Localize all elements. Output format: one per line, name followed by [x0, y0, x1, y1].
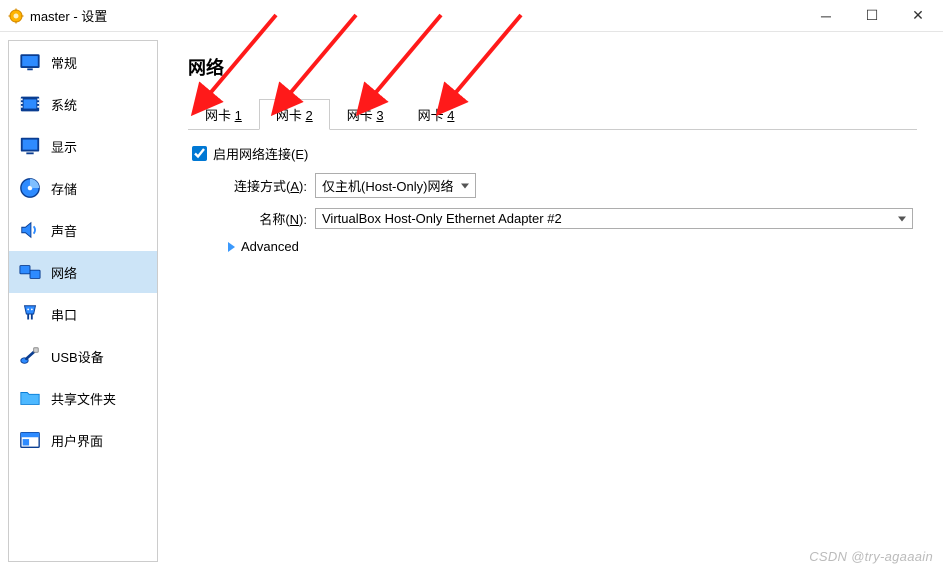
tab-adapter-4[interactable]: 网卡 4: [401, 99, 472, 130]
adapter-tabs: 网卡 1 网卡 2 网卡 3 网卡 4: [188, 98, 917, 130]
sidebar-item-label: 共享文件夹: [51, 389, 116, 408]
window-icon: [19, 429, 41, 451]
sidebar-item-label: 串口: [51, 305, 77, 324]
sidebar-item-label: 常规: [51, 53, 77, 72]
plug-icon: [19, 303, 41, 325]
sidebar-item-label: 系统: [51, 95, 77, 114]
attached-to-label: 连接方式(A):: [192, 176, 307, 195]
tab-adapter-3[interactable]: 网卡 3: [330, 99, 401, 130]
sidebar-item-user-interface[interactable]: 用户界面: [9, 419, 157, 461]
sidebar-item-label: 用户界面: [51, 431, 103, 450]
titlebar: master - 设置 ─ ☐ ✕: [0, 0, 943, 32]
adapter-name-select[interactable]: VirtualBox Host-Only Ethernet Adapter #2: [315, 208, 913, 229]
advanced-label: Advanced: [241, 239, 299, 254]
window-title: master - 设置: [30, 6, 107, 25]
disk-icon: [19, 177, 41, 199]
attached-to-select[interactable]: 仅主机(Host-Only)网络: [315, 173, 476, 198]
sidebar-item-label: USB设备: [51, 347, 104, 366]
speaker-icon: [19, 219, 41, 241]
close-button[interactable]: ✕: [895, 1, 941, 31]
sidebar-item-display[interactable]: 显示: [9, 125, 157, 167]
adapter-name-label: 名称(N):: [192, 209, 307, 228]
window-controls: ─ ☐ ✕: [803, 1, 941, 31]
enable-network-label: 启用网络连接(E): [213, 144, 308, 163]
minimize-button[interactable]: ─: [803, 1, 849, 31]
display-icon: [19, 135, 41, 157]
folder-icon: [19, 387, 41, 409]
maximize-button[interactable]: ☐: [849, 1, 895, 31]
page-title: 网络: [188, 54, 917, 80]
sidebar-item-usb[interactable]: USB设备: [9, 335, 157, 377]
advanced-toggle[interactable]: Advanced: [192, 239, 913, 254]
sidebar-item-storage[interactable]: 存储: [9, 167, 157, 209]
watermark: CSDN @try-agaaain: [809, 549, 933, 564]
sidebar-item-label: 存储: [51, 179, 77, 198]
app-icon: [8, 8, 24, 24]
monitor-icon: [19, 51, 41, 73]
triangle-right-icon: [228, 242, 235, 252]
sidebar-item-network[interactable]: 网络: [9, 251, 157, 293]
network-icon: [19, 261, 41, 283]
main-panel: 网络 网卡 1 网卡 2 网卡 3 网卡 4 启用网络连接(E) 连接方式(A)…: [166, 40, 935, 562]
settings-sidebar: 常规 系统 显示 存储 声音 网络 串口 USB设备: [8, 40, 158, 562]
sidebar-item-shared-folders[interactable]: 共享文件夹: [9, 377, 157, 419]
enable-network-checkbox[interactable]: [192, 146, 207, 161]
usb-icon: [19, 345, 41, 367]
film-icon: [19, 93, 41, 115]
sidebar-item-audio[interactable]: 声音: [9, 209, 157, 251]
sidebar-item-label: 声音: [51, 221, 77, 240]
tab-adapter-2[interactable]: 网卡 2: [259, 99, 330, 130]
sidebar-item-system[interactable]: 系统: [9, 83, 157, 125]
tab-adapter-1[interactable]: 网卡 1: [188, 99, 259, 130]
sidebar-item-label: 显示: [51, 137, 77, 156]
sidebar-item-general[interactable]: 常规: [9, 41, 157, 83]
sidebar-item-label: 网络: [51, 263, 77, 282]
sidebar-item-serial[interactable]: 串口: [9, 293, 157, 335]
